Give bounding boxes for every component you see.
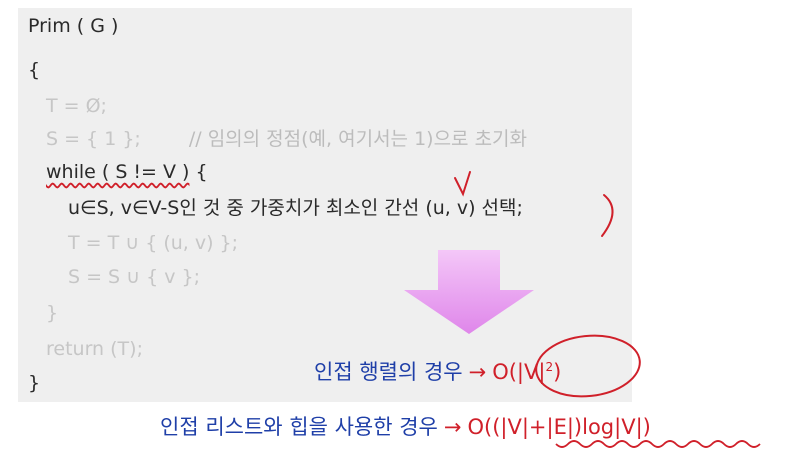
return-line: return (T); xyxy=(46,338,143,360)
right-arrow-icon: → xyxy=(443,415,462,439)
matrix-complexity-exponent: 2 xyxy=(545,360,554,374)
matrix-complexity-value: O(|V|2) xyxy=(492,360,561,384)
adjacency-matrix-complexity: 인접 행렬의 경우 → O(|V|2) xyxy=(314,354,561,385)
adjacency-matrix-label: 인접 행렬의 경우 xyxy=(314,360,463,384)
while-condition: while ( S != V ) xyxy=(46,161,190,183)
adjacency-list-heap-label: 인접 리스트와 힙을 사용한 경우 xyxy=(160,415,438,439)
update-T-line: T = T ∪ { (u, v) }; xyxy=(68,232,239,254)
select-edge-line: u∈S, v∈V-S인 것 중 가중치가 최소인 간선 (u, v) 선택; xyxy=(68,197,523,219)
inner-close-brace: } xyxy=(46,302,59,324)
while-line: while ( S != V ) { xyxy=(46,160,208,184)
adjacency-list-heap-complexity: 인접 리스트와 힙을 사용한 경우 → O((|V|+|E|)log|V|) xyxy=(160,414,651,440)
matrix-complexity-prefix: O(|V| xyxy=(492,360,546,384)
init-S-line: S = { 1 }; // 임의의 정점(예, 여기서는 1)으로 초기화 xyxy=(46,127,527,151)
matrix-complexity-suffix: ) xyxy=(553,360,562,384)
close-brace: } xyxy=(28,372,41,394)
init-T-line: T = Ø; xyxy=(46,95,107,117)
init-S-comment: // 임의의 정점(예, 여기서는 1)으로 초기화 xyxy=(188,128,528,150)
init-S-code: S = { 1 }; xyxy=(46,128,141,150)
open-brace: { xyxy=(28,59,41,81)
wavy-underline-icon xyxy=(555,440,761,448)
list-heap-complexity-value: O((|V|+|E|)log|V|) xyxy=(467,415,651,439)
update-S-line: S = S ∪ { v }; xyxy=(68,266,201,288)
while-brace: { xyxy=(189,161,208,183)
slide: Prim ( G ) { T = Ø; S = { 1 }; // 임의의 정점… xyxy=(0,0,810,462)
down-arrow-icon xyxy=(404,250,534,334)
right-arrow-icon: → xyxy=(468,360,487,384)
function-title: Prim ( G ) xyxy=(28,15,119,37)
